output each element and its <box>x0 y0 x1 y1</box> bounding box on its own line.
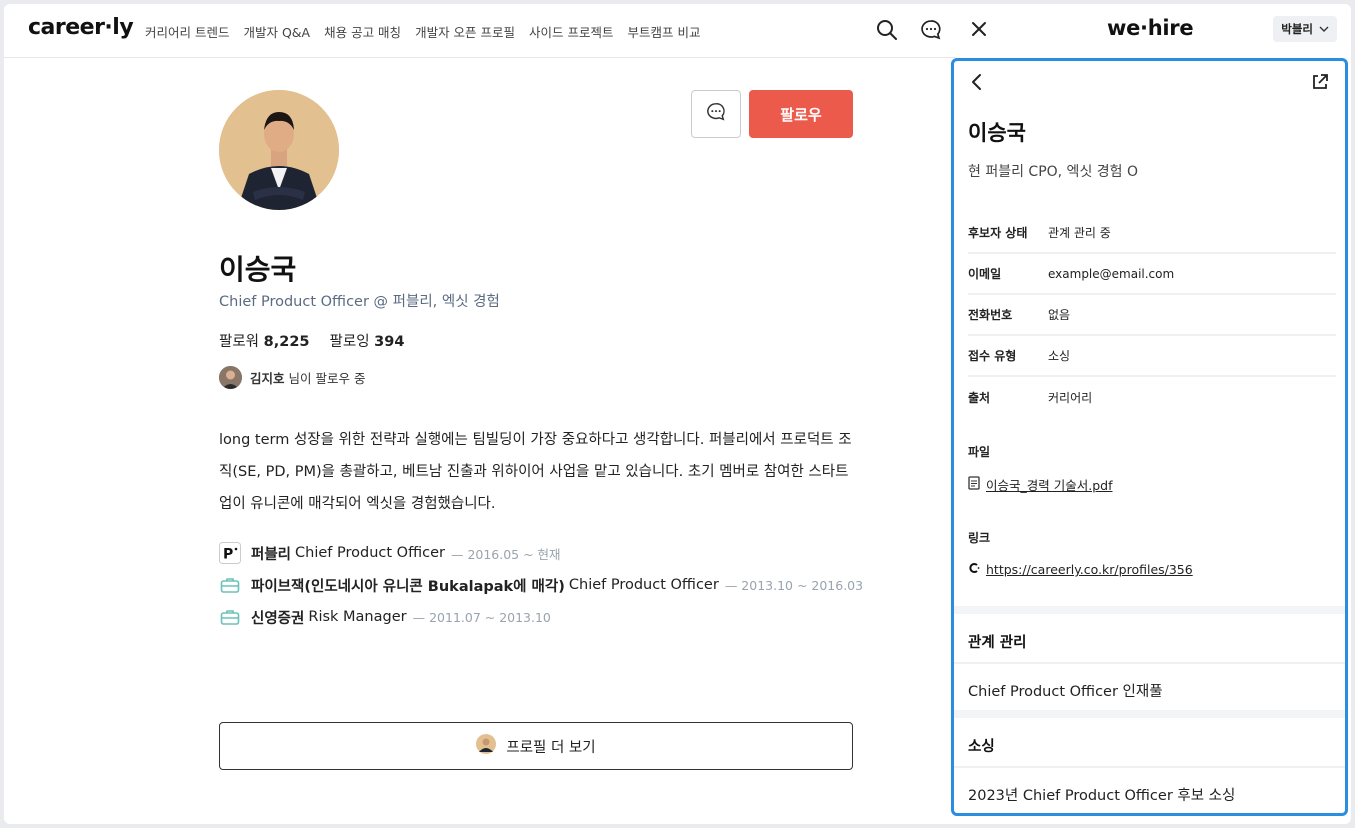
user-name: 박블리 <box>1281 22 1313 36</box>
follower-avatar[interactable] <box>219 366 242 389</box>
career-period: — 2013.10 ~ 2016.03 <box>724 577 864 593</box>
view-more-label: 프로필 더 보기 <box>506 739 596 756</box>
careerly-c-icon <box>968 561 980 578</box>
file-link[interactable]: 이승국_경력 기술서.pdf <box>968 475 1112 494</box>
chat-icon[interactable] <box>919 18 943 42</box>
career-item: P 퍼블리 Chief Product Officer — 2016.05 ~ … <box>219 537 863 569</box>
career-item: 신영증권 Risk Manager — 2011.07 ~ 2013.10 <box>219 601 863 633</box>
svg-text:P: P <box>223 547 233 563</box>
nav-dev-qa[interactable]: 개발자 Q&A <box>243 22 310 41</box>
nav-job-matching[interactable]: 채용 공고 매칭 <box>324 22 401 41</box>
section-gap <box>954 606 1345 614</box>
relation-section-title: 관계 관리 <box>968 635 1027 651</box>
divider <box>954 766 1345 768</box>
career-company[interactable]: 파이브잭(인도네시아 유니콘 Bukalapak에 매각) <box>251 575 565 596</box>
nav-open-profile[interactable]: 개발자 오픈 프로필 <box>415 22 515 41</box>
external-link-icon[interactable] <box>1309 71 1331 93</box>
back-arrow-icon[interactable] <box>966 71 988 93</box>
profile-url-link[interactable]: https://careerly.co.kr/profiles/356 <box>968 561 1193 578</box>
info-row-source: 출처 커리어리 <box>968 391 1093 405</box>
career-period: — 2011.07 ~ 2013.10 <box>412 609 551 625</box>
candidate-summary: 현 퍼블리 CPO, 엑싯 경험 O <box>968 164 1138 180</box>
info-row-email: 이메일 example@email.com <box>968 254 1336 295</box>
nav-bootcamp[interactable]: 부트캠프 비교 <box>628 22 701 41</box>
career-period: — 2016.05 ~ 현재 <box>450 546 561 562</box>
careerly-header: career·ly 커리어리 트렌드 개발자 Q&A 채용 공고 매칭 개발자 … <box>4 4 955 58</box>
sourcing-section-title: 소싱 <box>968 739 995 755</box>
wehire-logo: we·hire <box>1107 16 1194 40</box>
follow-button[interactable]: 팔로우 <box>749 90 853 138</box>
candidate-info-table: 후보자 상태 관계 관리 중 이메일 example@email.com 전화번호 없… <box>968 213 1336 418</box>
publy-logo-icon: P <box>219 542 241 564</box>
search-icon[interactable] <box>875 18 899 42</box>
info-row-phone: 전화번호 없음 <box>968 295 1336 336</box>
followed-by: 김지호 님이 팔로우 중 <box>219 366 365 389</box>
nav-side-project[interactable]: 사이드 프로젝트 <box>529 22 613 41</box>
link-label: 링크 <box>968 531 991 545</box>
file-label: 파일 <box>968 445 991 459</box>
candidate-panel: 이승국 현 퍼블리 CPO, 엑싯 경험 O 후보자 상태 관계 관리 중 이메일… <box>951 58 1348 816</box>
following-stat[interactable]: 팔로잉 394 <box>330 330 405 351</box>
career-role: Risk Manager <box>308 609 407 625</box>
view-more-profile-button[interactable]: 프로필 더 보기 <box>219 722 853 770</box>
career-company[interactable]: 퍼블리 <box>251 543 291 564</box>
career-role: Chief Product Officer <box>568 577 719 593</box>
chevron-down-icon <box>1319 22 1329 36</box>
mini-avatar-icon <box>476 734 497 758</box>
divider <box>954 662 1345 664</box>
briefcase-icon <box>219 606 241 628</box>
follow-stats: 팔로워 8,225 팔로잉 394 <box>219 330 404 351</box>
candidate-name: 이승국 <box>968 121 1026 145</box>
follower-name[interactable]: 김지호 <box>250 371 285 386</box>
document-icon <box>968 476 980 493</box>
career-role: Chief Product Officer <box>295 545 445 561</box>
info-row-intake: 접수 유형 소싱 <box>968 336 1336 377</box>
profile-name: 이승국 <box>219 253 297 286</box>
wehire-header: we·hire 박블리 <box>955 4 1351 58</box>
user-menu[interactable]: 박블리 <box>1273 16 1337 42</box>
briefcase-icon <box>219 574 241 596</box>
message-icon <box>705 101 727 127</box>
career-list: P 퍼블리 Chief Product Officer — 2016.05 ~ … <box>219 537 863 633</box>
sourcing-item[interactable]: 2023년 Chief Product Officer 후보 소싱 <box>968 784 1235 805</box>
relation-pool-item[interactable]: Chief Product Officer 인재풀 <box>968 680 1163 701</box>
followers-stat[interactable]: 팔로워 8,225 <box>219 330 310 351</box>
profile-avatar <box>219 90 339 210</box>
career-company[interactable]: 신영증권 <box>251 607 304 628</box>
app-window: career·ly 커리어리 트렌드 개발자 Q&A 채용 공고 매칭 개발자 … <box>4 4 1351 824</box>
close-icon[interactable] <box>967 17 991 41</box>
main-nav: 커리어리 트렌드 개발자 Q&A 채용 공고 매칭 개발자 오픈 프로필 사이드… <box>145 22 700 41</box>
nav-trends[interactable]: 커리어리 트렌드 <box>145 22 229 41</box>
info-row-status: 후보자 상태 관계 관리 중 <box>968 213 1336 254</box>
careerly-logo[interactable]: career·ly <box>28 15 134 40</box>
career-item: 파이브잭(인도네시아 유니콘 Bukalapak에 매각) Chief Prod… <box>219 569 863 601</box>
profile-headline: Chief Product Officer @ 퍼블리, 엑싯 경험 <box>219 294 500 310</box>
profile-bio: long term 성장을 위한 전략과 실행에는 팀빌딩이 가장 중요하다고 … <box>219 432 852 512</box>
section-gap <box>954 710 1345 718</box>
message-button[interactable] <box>691 90 741 138</box>
